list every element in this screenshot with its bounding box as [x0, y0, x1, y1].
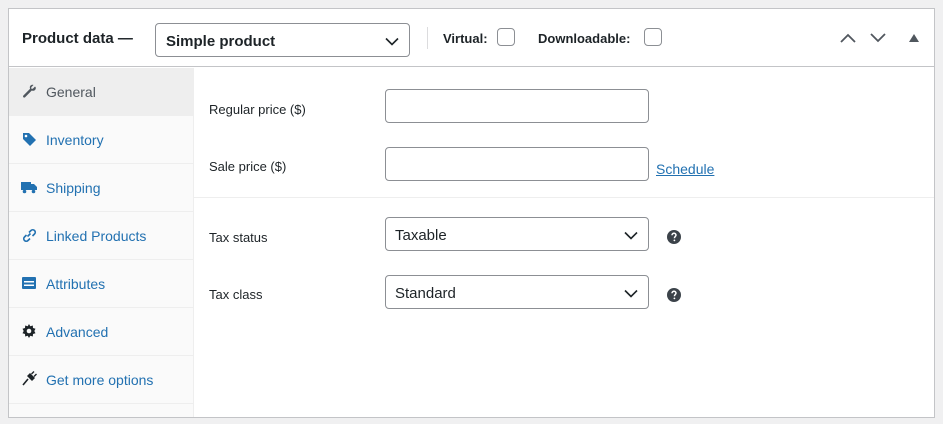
chevron-down-icon	[624, 289, 638, 298]
regular-price-label: Regular price ($)	[209, 102, 306, 117]
header-divider	[427, 27, 428, 49]
product-data-tabs: General Inventory Shipping Linked Produc…	[9, 68, 194, 417]
product-data-header: Product data — Simple product Virtual: D…	[9, 9, 934, 67]
virtual-label: Virtual:	[443, 31, 488, 46]
help-tip-icon[interactable]	[667, 288, 681, 302]
move-up-icon[interactable]	[839, 32, 857, 44]
tax-class-value: Standard	[395, 285, 456, 302]
tax-class-select[interactable]: Standard	[385, 275, 649, 309]
truck-icon	[21, 182, 37, 194]
schedule-link[interactable]: Schedule	[656, 161, 714, 177]
tab-attributes[interactable]: Attributes	[9, 260, 194, 308]
collapse-toggle-icon[interactable]	[909, 34, 919, 42]
tax-status-value: Taxable	[395, 227, 447, 244]
sale-price-label: Sale price ($)	[209, 159, 287, 174]
plugin-icon	[22, 371, 37, 386]
wrench-icon	[23, 84, 36, 98]
general-options-panel: Regular price ($) Sale price ($) Schedul…	[194, 68, 934, 417]
tax-class-label: Tax class	[209, 287, 263, 302]
tab-label: Shipping	[46, 180, 101, 196]
move-down-icon[interactable]	[869, 32, 887, 44]
tab-general[interactable]: General	[9, 68, 194, 116]
tab-label: Attributes	[46, 276, 106, 292]
tab-linked-products[interactable]: Linked Products	[9, 212, 194, 260]
virtual-checkbox[interactable]	[497, 28, 515, 46]
product-data-panel: Product data — Simple product Virtual: D…	[8, 8, 935, 418]
gear-icon	[22, 324, 36, 338]
sale-price-input[interactable]	[385, 147, 649, 181]
chevron-down-icon	[385, 37, 399, 46]
tab-shipping[interactable]: Shipping	[9, 164, 194, 212]
downloadable-checkbox[interactable]	[644, 28, 662, 46]
tab-label: Linked Products	[46, 228, 147, 244]
product-type-select[interactable]: Simple product	[155, 23, 410, 57]
list-table-icon	[22, 277, 36, 289]
tab-label: General	[46, 84, 96, 100]
tag-icon	[23, 133, 36, 146]
tax-status-label: Tax status	[209, 230, 268, 245]
tab-get-more-options[interactable]: Get more options	[9, 356, 194, 404]
tab-label: Advanced	[46, 324, 109, 340]
tab-advanced[interactable]: Advanced	[9, 308, 194, 356]
tab-label: Get more options	[46, 372, 154, 388]
product-type-value: Simple product	[166, 33, 276, 50]
tab-label: Inventory	[46, 132, 104, 148]
help-tip-icon[interactable]	[667, 230, 681, 244]
regular-price-input[interactable]	[385, 89, 649, 123]
tab-inventory[interactable]: Inventory	[9, 116, 194, 164]
panel-title: Product data —	[22, 30, 133, 47]
chevron-down-icon	[624, 231, 638, 240]
link-icon	[22, 228, 37, 243]
downloadable-label: Downloadable:	[538, 31, 631, 46]
tax-status-select[interactable]: Taxable	[385, 217, 649, 251]
section-divider	[194, 197, 934, 198]
